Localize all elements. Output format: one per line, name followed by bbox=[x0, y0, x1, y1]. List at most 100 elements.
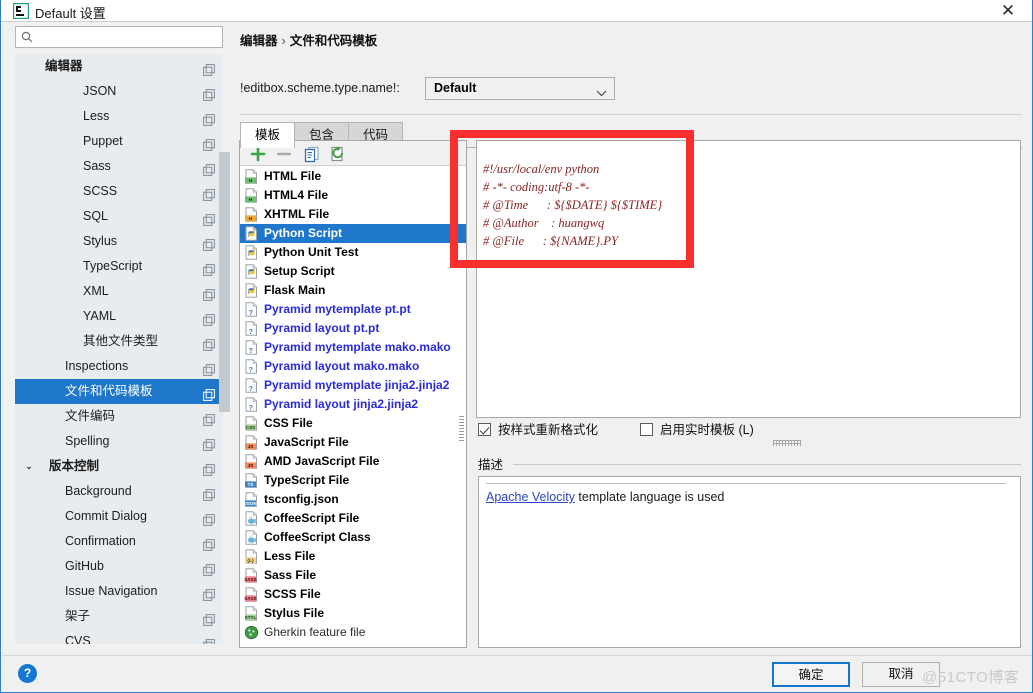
list-item[interactable]: Setup Script bbox=[240, 262, 466, 281]
copy-settings-icon[interactable] bbox=[203, 410, 215, 426]
list-item[interactable]: JS JavaScript File bbox=[240, 433, 466, 452]
search-box[interactable] bbox=[15, 26, 223, 48]
copy-settings-icon[interactable] bbox=[203, 110, 215, 126]
copy-settings-icon[interactable] bbox=[203, 335, 215, 351]
list-item[interactable]: ? Pyramid layout mako.mako bbox=[240, 357, 466, 376]
copy-settings-icon[interactable] bbox=[203, 635, 215, 644]
sidebar-item-16[interactable]: ⌄ 版本控制 bbox=[15, 454, 223, 479]
copy-settings-icon[interactable] bbox=[203, 210, 215, 226]
copy-settings-icon[interactable] bbox=[203, 535, 215, 551]
list-item[interactable]: SASS Sass File bbox=[240, 566, 466, 585]
copy-icon[interactable] bbox=[302, 144, 322, 164]
list-item[interactable]: Flask Main bbox=[240, 281, 466, 300]
copy-settings-icon[interactable] bbox=[203, 310, 215, 326]
help-icon[interactable]: ? bbox=[18, 664, 37, 683]
list-item[interactable]: JS AMD JavaScript File bbox=[240, 452, 466, 471]
close-icon[interactable]: ✕ bbox=[990, 0, 1026, 22]
list-item[interactable]: ? Pyramid mytemplate mako.mako bbox=[240, 338, 466, 357]
tab-0[interactable]: 模板 bbox=[240, 122, 296, 148]
sidebar-item-5[interactable]: SCSS bbox=[15, 179, 223, 204]
copy-settings-icon[interactable] bbox=[203, 85, 215, 101]
reformat-checkbox[interactable]: 按样式重新格式化 bbox=[478, 422, 598, 440]
list-item[interactable]: H HTML File bbox=[240, 167, 466, 186]
copy-settings-icon[interactable] bbox=[203, 485, 215, 501]
sidebar-item-11[interactable]: 其他文件类型 bbox=[15, 329, 223, 354]
chevron-down-icon[interactable]: ⌄ bbox=[23, 454, 35, 479]
list-item[interactable]: ? Pyramid mytemplate jinja2.jinja2 bbox=[240, 376, 466, 395]
list-item-label: Pyramid mytemplate mako.mako bbox=[264, 340, 451, 354]
sidebar-item-20[interactable]: GitHub bbox=[15, 554, 223, 579]
scheme-dropdown[interactable]: Default bbox=[425, 77, 615, 100]
list-item[interactable]: {L} Less File bbox=[240, 547, 466, 566]
sidebar-item-4[interactable]: Sass bbox=[15, 154, 223, 179]
list-item[interactable]: ? Pyramid mytemplate pt.pt bbox=[240, 300, 466, 319]
reformat-checkbox-box[interactable] bbox=[478, 423, 491, 436]
sidebar-item-9[interactable]: XML bbox=[15, 279, 223, 304]
copy-settings-icon[interactable] bbox=[203, 285, 215, 301]
template-code-text[interactable]: #!/usr/local/env python # -*- coding:utf… bbox=[483, 160, 662, 250]
sidebar-item-3[interactable]: Puppet bbox=[15, 129, 223, 154]
list-item[interactable]: TS TypeScript File bbox=[240, 471, 466, 490]
copy-settings-icon[interactable] bbox=[203, 560, 215, 576]
copy-settings-icon[interactable] bbox=[203, 60, 215, 76]
copy-settings-icon[interactable] bbox=[203, 260, 215, 276]
reset-icon[interactable] bbox=[328, 144, 348, 164]
sidebar-item-10[interactable]: YAML bbox=[15, 304, 223, 329]
template-editor-panel[interactable]: #!/usr/local/env python # -*- coding:utf… bbox=[476, 140, 1021, 418]
list-item[interactable]: H HTML4 File bbox=[240, 186, 466, 205]
sidebar-item-1[interactable]: JSON bbox=[15, 79, 223, 104]
search-input[interactable] bbox=[40, 28, 218, 46]
sidebar-item-2[interactable]: Less bbox=[15, 104, 223, 129]
sidebar-item-15[interactable]: Spelling bbox=[15, 429, 223, 454]
sidebar-item-23[interactable]: CVS bbox=[15, 629, 223, 644]
list-item[interactable]: STYL Stylus File bbox=[240, 604, 466, 623]
live-template-checkbox-box[interactable] bbox=[640, 423, 654, 436]
sidebar-item-7[interactable]: Stylus bbox=[15, 229, 223, 254]
copy-settings-icon[interactable] bbox=[203, 185, 215, 201]
ok-button[interactable]: 确定 bbox=[772, 662, 850, 687]
copy-settings-icon[interactable] bbox=[203, 510, 215, 526]
sidebar-item-14[interactable]: 文件编码 bbox=[15, 404, 223, 429]
list-item[interactable]: Gherkin feature file bbox=[240, 623, 466, 642]
sidebar-item-21[interactable]: Issue Navigation bbox=[15, 579, 223, 604]
copy-settings-icon[interactable] bbox=[203, 460, 215, 476]
list-item[interactable]: CoffeeScript Class bbox=[240, 528, 466, 547]
copy-settings-icon[interactable] bbox=[203, 435, 215, 451]
template-list-resize-grip[interactable] bbox=[459, 416, 464, 442]
template-list[interactable]: H HTML File H HTML4 File H XHTML File Python S… bbox=[240, 167, 466, 647]
description-divider bbox=[513, 464, 1021, 465]
copy-settings-icon[interactable] bbox=[203, 135, 215, 151]
sidebar-item-19[interactable]: Confirmation bbox=[15, 529, 223, 554]
sidebar-item-12[interactable]: Inspections bbox=[15, 354, 223, 379]
splitter-grip[interactable] bbox=[773, 440, 801, 446]
sidebar-item-0[interactable]: 编辑器 bbox=[15, 54, 223, 79]
copy-settings-icon[interactable] bbox=[203, 385, 215, 401]
breadcrumb-parent[interactable]: 编辑器 bbox=[240, 34, 278, 48]
settings-tree[interactable]: 编辑器 JSON Less Puppet Sass SCSS SQL Stylus TypeSc… bbox=[15, 54, 223, 644]
copy-settings-icon[interactable] bbox=[203, 160, 215, 176]
copy-settings-icon[interactable] bbox=[203, 610, 215, 626]
copy-settings-icon[interactable] bbox=[203, 235, 215, 251]
list-item[interactable]: Python Unit Test bbox=[240, 243, 466, 262]
live-template-checkbox[interactable]: 启用实时模板 (L) bbox=[640, 422, 754, 440]
sidebar-item-13[interactable]: 文件和代码模板 bbox=[15, 379, 223, 404]
template-list-scrollbar[interactable] bbox=[458, 167, 465, 647]
copy-settings-icon[interactable] bbox=[203, 585, 215, 601]
list-item[interactable]: H XHTML File bbox=[240, 205, 466, 224]
list-item-label: XHTML File bbox=[264, 207, 330, 221]
list-item[interactable]: CSS CSS File bbox=[240, 414, 466, 433]
list-item[interactable]: ? Pyramid layout pt.pt bbox=[240, 319, 466, 338]
sidebar-scrollbar-thumb[interactable] bbox=[219, 152, 230, 412]
list-item[interactable]: ? Pyramid layout jinja2.jinja2 bbox=[240, 395, 466, 414]
apache-velocity-link[interactable]: Apache Velocity bbox=[486, 490, 575, 504]
list-item[interactable]: CoffeeScript File bbox=[240, 509, 466, 528]
list-item[interactable]: JSON tsconfig.json bbox=[240, 490, 466, 509]
sidebar-item-18[interactable]: Commit Dialog bbox=[15, 504, 223, 529]
sidebar-item-22[interactable]: 架子 bbox=[15, 604, 223, 629]
sidebar-item-8[interactable]: TypeScript bbox=[15, 254, 223, 279]
list-item[interactable]: SASS SCSS File bbox=[240, 585, 466, 604]
list-item[interactable]: Python Script bbox=[240, 224, 466, 243]
copy-settings-icon[interactable] bbox=[203, 360, 215, 376]
sidebar-item-17[interactable]: Background bbox=[15, 479, 223, 504]
sidebar-item-6[interactable]: SQL bbox=[15, 204, 223, 229]
